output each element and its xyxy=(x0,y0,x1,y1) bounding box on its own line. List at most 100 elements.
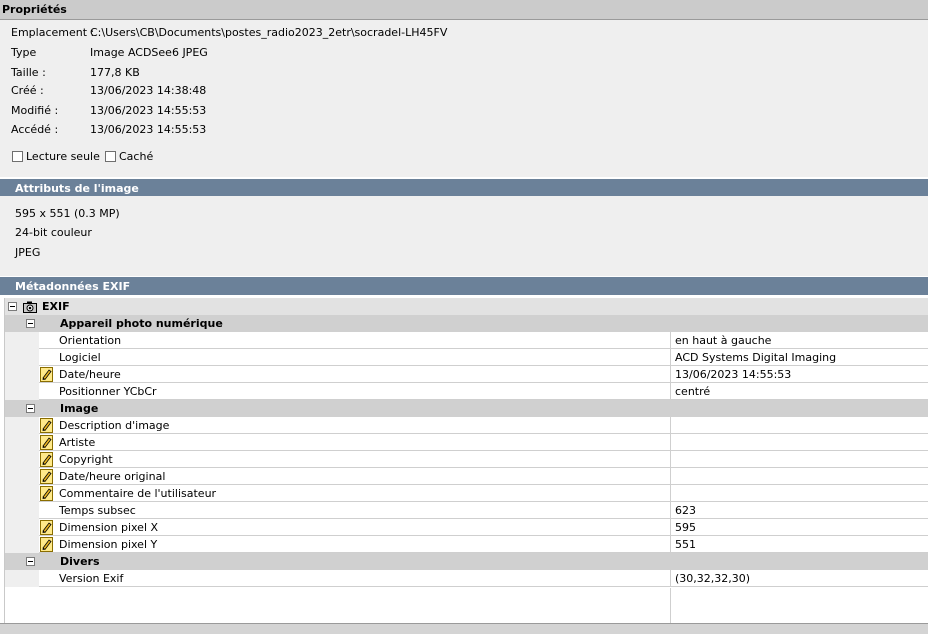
exif-group-label: Image xyxy=(60,402,99,415)
row-gutter xyxy=(5,519,39,536)
row-gutter xyxy=(5,383,39,400)
exif-field-name: Copyright xyxy=(39,451,671,468)
properties-title: Propriétés xyxy=(2,3,67,16)
edit-pencil-icon xyxy=(40,435,53,450)
exif-field-value[interactable] xyxy=(671,468,928,485)
exif-field-value[interactable]: 551 xyxy=(671,536,928,553)
attr-dimensions: 595 x 551 (0.3 MP) xyxy=(15,207,120,220)
row-gutter xyxy=(5,570,39,587)
exif-empty-area xyxy=(5,588,928,623)
row-gutter xyxy=(5,502,39,519)
readonly-label: Lecture seule xyxy=(26,149,100,163)
exif-field-name: Version Exif xyxy=(39,570,671,587)
properties-header: Propriétés xyxy=(0,0,928,20)
hidden-checkbox-wrap[interactable]: Caché xyxy=(105,148,153,164)
exif-field-row[interactable]: Dimension pixel X 595 xyxy=(5,519,928,536)
exif-field-value[interactable]: en haut à gauche xyxy=(671,332,928,349)
exif-field-row[interactable]: Version Exif (30,32,32,30) xyxy=(5,570,928,587)
exif-group-row[interactable]: Divers xyxy=(5,553,928,570)
edit-pencil-icon xyxy=(40,537,53,552)
exif-field-value[interactable]: 623 xyxy=(671,502,928,519)
exif-field-row[interactable]: Temps subsec 623 xyxy=(5,502,928,519)
exif-field-row[interactable]: Positionner YCbCr centré xyxy=(5,383,928,400)
exif-field-name: Logiciel xyxy=(39,349,671,366)
edit-pencil-icon xyxy=(40,367,53,382)
readonly-checkbox-wrap[interactable]: Lecture seule xyxy=(12,148,100,164)
hidden-label: Caché xyxy=(119,149,154,163)
exif-field-name: Temps subsec xyxy=(39,502,671,519)
exif-field-name: Orientation xyxy=(39,332,671,349)
prop-label: Créé : xyxy=(11,84,44,97)
exif-group-row[interactable]: Appareil photo numérique xyxy=(5,315,928,332)
attributes-header[interactable]: Attributs de l'image xyxy=(0,179,928,197)
edit-pencil-icon xyxy=(40,452,53,467)
exif-field-row[interactable]: Orientation en haut à gauche xyxy=(5,332,928,349)
row-gutter xyxy=(5,366,39,383)
prop-label: Modifié : xyxy=(11,104,59,117)
collapse-group-icon[interactable] xyxy=(26,557,35,566)
edit-pencil-icon xyxy=(40,486,53,501)
row-gutter xyxy=(5,468,39,485)
exif-root-label: EXIF xyxy=(42,300,70,313)
exif-field-value[interactable]: ACD Systems Digital Imaging xyxy=(671,349,928,366)
collapse-group-icon[interactable] xyxy=(26,319,35,328)
readonly-checkbox[interactable] xyxy=(12,150,23,162)
exif-field-name: Commentaire de l'utilisateur xyxy=(39,485,671,502)
prop-value: C:\Users\CB\Documents\postes_radio2023_2… xyxy=(90,26,448,39)
exif-field-value[interactable]: centré xyxy=(671,383,928,400)
prop-value: 13/06/2023 14:55:53 xyxy=(90,104,207,117)
exif-field-row[interactable]: Date/heure 13/06/2023 14:55:53 xyxy=(5,366,928,383)
exif-group-label: Divers xyxy=(60,555,100,568)
row-gutter xyxy=(5,349,39,366)
exif-field-value[interactable]: 13/06/2023 14:55:53 xyxy=(671,366,928,383)
edit-pencil-icon xyxy=(40,418,53,433)
exif-field-row[interactable]: Copyright xyxy=(5,451,928,468)
exif-field-name: Date/heure original xyxy=(39,468,671,485)
exif-field-value[interactable] xyxy=(671,417,928,434)
edit-pencil-icon xyxy=(40,469,53,484)
exif-field-name: Dimension pixel X xyxy=(39,519,671,536)
exif-field-row[interactable]: Description d'image xyxy=(5,417,928,434)
bottom-bar xyxy=(0,623,928,634)
exif-header[interactable]: Métadonnées EXIF xyxy=(0,277,928,295)
row-gutter xyxy=(5,451,39,468)
exif-field-value[interactable] xyxy=(671,451,928,468)
prop-value: 13/06/2023 14:55:53 xyxy=(90,123,207,136)
exif-field-row[interactable]: Dimension pixel Y 551 xyxy=(5,536,928,553)
collapse-group-icon[interactable] xyxy=(26,404,35,413)
collapse-exif-icon[interactable] xyxy=(8,302,17,311)
exif-field-value[interactable]: (30,32,32,30) xyxy=(671,570,928,587)
prop-label: Taille : xyxy=(11,66,46,79)
exif-field-name: Description d'image xyxy=(39,417,671,434)
exif-field-row[interactable]: Commentaire de l'utilisateur xyxy=(5,485,928,502)
exif-field-value[interactable] xyxy=(671,434,928,451)
exif-tree: EXIF Appareil photo numérique Orientation… xyxy=(4,298,928,623)
exif-field-name: Artiste xyxy=(39,434,671,451)
exif-group-row[interactable]: Image xyxy=(5,400,928,417)
prop-label: Emplacement : xyxy=(11,26,95,39)
attributes-panel: 595 x 551 (0.3 MP) 24-bit couleur JPEG xyxy=(0,196,928,276)
prop-value: 13/06/2023 14:38:48 xyxy=(90,84,207,97)
exif-group-label: Appareil photo numérique xyxy=(60,317,223,330)
row-gutter xyxy=(5,332,39,349)
exif-root-row[interactable]: EXIF xyxy=(5,298,928,315)
attr-format: JPEG xyxy=(15,246,41,259)
camera-icon xyxy=(23,301,37,313)
exif-field-value[interactable]: 595 xyxy=(671,519,928,536)
exif-field-row[interactable]: Artiste xyxy=(5,434,928,451)
hidden-checkbox[interactable] xyxy=(105,150,116,162)
prop-label: Type xyxy=(11,46,37,59)
edit-pencil-icon xyxy=(40,520,53,535)
prop-value: Image ACDSee6 JPEG xyxy=(90,46,208,59)
row-gutter xyxy=(5,485,39,502)
properties-panel: Emplacement : C:\Users\CB\Documents\post… xyxy=(0,20,928,177)
exif-field-name: Date/heure xyxy=(39,366,671,383)
exif-field-row[interactable]: Date/heure original xyxy=(5,468,928,485)
exif-field-row[interactable]: Logiciel ACD Systems Digital Imaging xyxy=(5,349,928,366)
exif-field-value[interactable] xyxy=(671,485,928,502)
exif-title: Métadonnées EXIF xyxy=(15,280,131,293)
exif-field-name: Positionner YCbCr xyxy=(39,383,671,400)
prop-label: Accédé : xyxy=(11,123,59,136)
row-gutter xyxy=(5,417,39,434)
row-gutter xyxy=(5,536,39,553)
